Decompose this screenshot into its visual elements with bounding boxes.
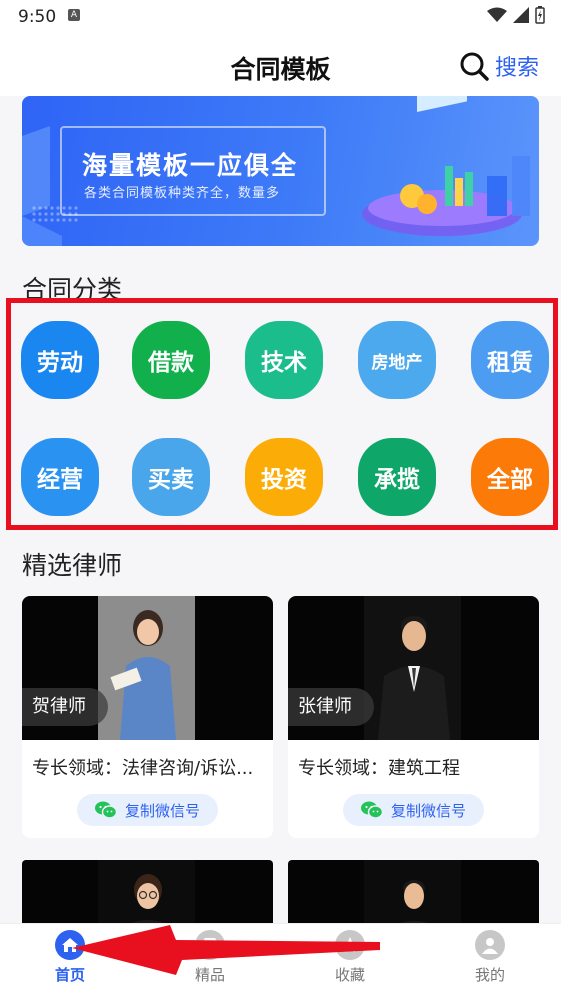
lawyer-figure: [364, 860, 461, 930]
search-label: 搜索: [494, 56, 539, 81]
lawyer-card-partial[interactable]: [288, 860, 539, 930]
lawyer-photo: 贺律师: [22, 596, 273, 740]
categories-grid: 劳动 借款 技术 房地产 租赁经营 买卖 投资 承揽 全部: [21, 318, 553, 518]
lawyer-name: 贺律师: [22, 688, 108, 726]
category-7[interactable]: 投资: [245, 438, 323, 516]
tab-profile[interactable]: 我的: [450, 930, 530, 992]
lawyer-photo-backdrop: [364, 596, 461, 740]
bottom-tab-bar: 首页 精品 收藏 我的: [0, 923, 561, 998]
category-1[interactable]: 借款: [132, 321, 210, 399]
tab-label: 我的: [474, 966, 505, 984]
lawyer-specialty: 专长领域：建筑工程: [298, 758, 460, 779]
lawyer-figure: [110, 610, 176, 740]
battery-icon: [535, 6, 545, 24]
promo-banner[interactable]: 海量模板一应俱全 各类合同模板种类齐全，数量多: [22, 96, 539, 246]
tab-label: 首页: [54, 966, 85, 984]
wechat-icon: [94, 801, 117, 819]
copy-wechat-label: 复制微信号: [390, 801, 466, 820]
lawyer-card[interactable]: 贺律师 专长领域：法律咨询/诉讼... 复制微信号: [22, 596, 273, 838]
category-8[interactable]: 承揽: [358, 438, 436, 516]
search-icon: [460, 52, 489, 81]
wechat-icon: [360, 801, 383, 819]
tab-label: 精品: [194, 966, 225, 984]
lawyer-figure: [378, 616, 450, 740]
banner-textbox: 海量模板一应俱全 各类合同模板种类齐全，数量多: [60, 126, 326, 216]
category-5[interactable]: 经营: [21, 438, 99, 516]
category-2[interactable]: 技术: [245, 321, 323, 399]
diamond-icon: [195, 930, 225, 960]
banner-title: 海量模板一应俱全: [82, 151, 299, 180]
notification-a-icon: A: [68, 9, 80, 21]
categories-highlight-box: 劳动 借款 技术 房地产 租赁经营 买卖 投资 承揽 全部: [6, 298, 558, 530]
star-icon: [335, 930, 365, 960]
lawyer-figure: [98, 860, 195, 930]
app-header: 合同模板 搜索: [0, 34, 561, 96]
tab-home[interactable]: 首页: [30, 930, 110, 992]
status-icons: [487, 6, 545, 24]
category-3[interactable]: 房地产: [358, 321, 436, 399]
copy-wechat-button[interactable]: 复制微信号: [343, 794, 484, 826]
user-icon: [475, 930, 505, 960]
status-time: 9:50: [18, 7, 57, 27]
category-4[interactable]: 租赁: [471, 321, 549, 399]
status-bar: 9:50 A: [0, 0, 561, 34]
category-6[interactable]: 买卖: [132, 438, 210, 516]
lawyer-name: 张律师: [288, 688, 374, 726]
copy-wechat-button[interactable]: 复制微信号: [77, 794, 218, 826]
lawyer-card-partial[interactable]: [22, 860, 273, 930]
category-9[interactable]: 全部: [471, 438, 549, 516]
tab-label: 收藏: [334, 966, 365, 984]
lawyer-card[interactable]: 张律师 专长领域：建筑工程 复制微信号: [288, 596, 539, 838]
copy-wechat-label: 复制微信号: [124, 801, 200, 820]
lawyers-heading: 精选律师: [22, 551, 123, 580]
banner-subtitle: 各类合同模板种类齐全，数量多: [84, 186, 281, 201]
category-0[interactable]: 劳动: [21, 321, 99, 399]
tab-favorites[interactable]: 收藏: [310, 930, 390, 992]
lawyer-photo-backdrop: [98, 596, 195, 740]
home-icon: [55, 930, 85, 960]
lawyer-specialty: 专长领域：法律咨询/诉讼...: [32, 758, 254, 779]
wifi-icon: [487, 7, 507, 22]
lawyer-photo: 张律师: [288, 596, 539, 740]
signal-icon: [513, 7, 529, 23]
search-button[interactable]: 搜索: [459, 50, 539, 82]
tab-premium[interactable]: 精品: [170, 930, 250, 992]
